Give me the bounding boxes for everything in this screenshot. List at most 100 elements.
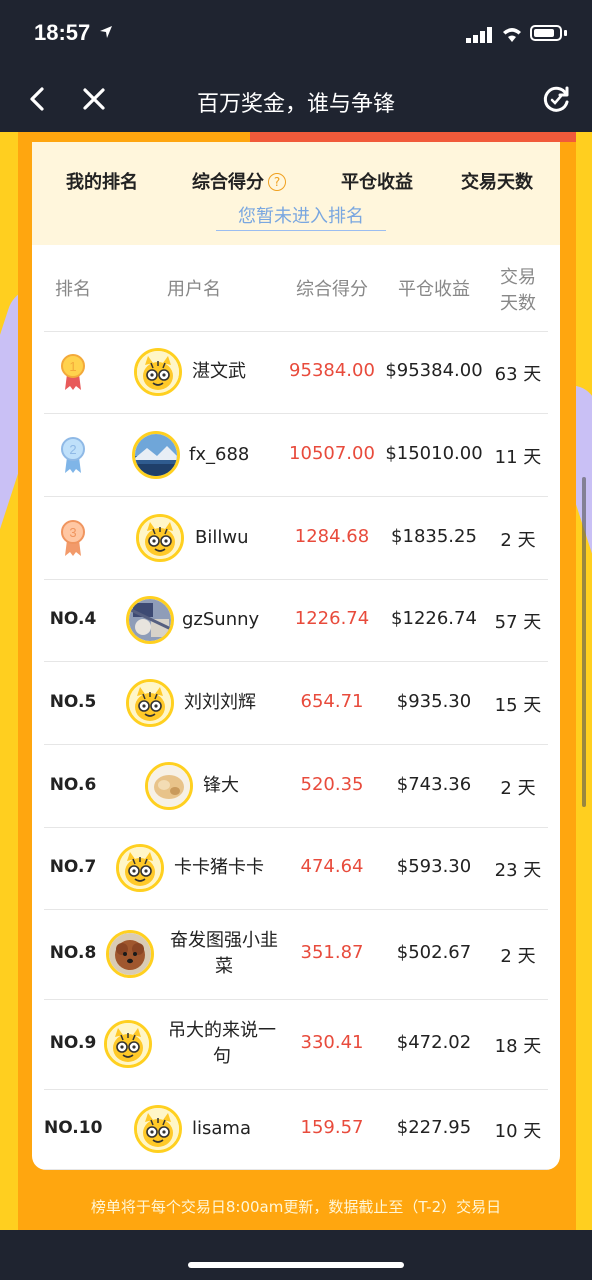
profit-cell: $227.95 [396,1117,472,1138]
username[interactable]: fx_688 [189,442,249,468]
header-days-2: 天数 [500,293,536,314]
header-user: 用户名 [167,279,221,300]
table-row: NO.9 吊大的来说一句 330.41 $472.02 18 天 [44,999,548,1090]
score-cell: 1226.74 [294,608,370,629]
days-cell: 63 天 [494,364,542,385]
not-ranked-note: 您暂未进入排名 [216,202,386,231]
avatar[interactable] [126,596,174,644]
decorative-strip [250,132,576,142]
username-line-1: 奋发图强小韭 [170,930,278,951]
rank-label: NO.9 [49,1033,97,1053]
profit-cell: $15010.00 [385,442,483,464]
avatar[interactable] [136,513,184,562]
leaderboard-page: 我的排名 综合得分? 平仓收益 交易天数 您暂未进入排名 排名 用户名 综合得分… [0,132,592,1230]
rank-label: NO.10 [44,1118,103,1138]
username[interactable]: 湛文武 [192,359,246,385]
days-cell: 57 天 [494,612,542,633]
rank-label: NO.6 [49,774,97,795]
profit-cell: $502.67 [396,942,472,963]
scrollbar[interactable] [582,477,586,807]
table-row: 1 湛文武 95384.00 $95384.00 63 天 [44,331,548,414]
days-cell: 18 天 [494,1036,542,1057]
battery-tip [564,30,567,36]
username[interactable]: 锋大 [203,773,239,799]
username[interactable]: gzSunny [182,607,259,633]
rank-label: NO.5 [49,691,97,712]
my-rank-label: 我的排名 [66,172,138,193]
wifi-icon [503,28,521,42]
rank-1-medal-icon: 1 [59,352,87,392]
table-row: NO.6 锋大 520.35 $743.36 2 天 [44,744,548,828]
status-time: 18:57 [34,20,91,45]
username[interactable]: 刘刘刘辉 [184,690,256,716]
page-title: 百万奖金，谁与争锋 [196,92,395,117]
table-header: 排名 用户名 综合得分 平仓收益 交易 天数 [44,245,548,332]
score-cell: 330.41 [300,1032,364,1053]
days-cell: 2 天 [500,777,536,799]
table-row: 3 Billwu 1284.68 $1835.25 2 天 [44,496,548,580]
score-cell: 1284.68 [294,525,370,547]
username[interactable]: Billwu [195,525,248,551]
rank-3-medal-icon: 3 [59,518,87,558]
score-cell: 654.71 [300,690,364,712]
profit-label: 平仓收益 [341,172,413,193]
my-rank-summary: 我的排名 综合得分? 平仓收益 交易天数 您暂未进入排名 [32,142,560,245]
avatar[interactable] [116,844,164,892]
avatar[interactable] [134,348,182,396]
days-label: 交易天数 [461,172,533,193]
score-label-text: 综合得分 [192,172,264,193]
avatar[interactable] [106,930,154,978]
table-row: NO.10 lisama 159.57 $227.95 10 天 [44,1089,548,1170]
days-cell: 10 天 [494,1121,542,1142]
svg-text:3: 3 [69,525,76,540]
rank-label: NO.4 [49,609,97,629]
username-line-2: 菜 [215,956,233,977]
avatar[interactable] [134,1105,182,1153]
avatar[interactable] [145,761,193,810]
refresh-icon[interactable] [540,84,572,116]
score-cell: 520.35 [300,773,364,795]
rank-label: NO.7 [49,857,97,877]
score-cell: 10507.00 [289,442,375,464]
rank-2-medal-icon: 2 [59,435,87,475]
table-row: NO.8 奋发图强小韭菜 351.87 $502.67 2 天 [44,909,548,1000]
header-profit: 平仓收益 [398,279,470,300]
table-row: NO.4 gzSunny 1226.74 $1226.74 57 天 [44,579,548,662]
username[interactable]: 吊大的来说一句 [162,1018,282,1070]
help-icon[interactable]: ? [268,173,286,191]
profit-cell: $95384.00 [385,360,483,381]
days-cell: 23 天 [494,860,542,881]
table-row: NO.5 刘刘刘辉 654.71 $935.30 15 天 [44,661,548,745]
score-cell: 474.64 [300,856,364,877]
header-score: 综合得分 [296,279,368,300]
profit-cell: $593.30 [396,856,472,877]
profit-cell: $743.36 [396,773,472,795]
bottom-bar [0,1230,592,1280]
avatar[interactable] [132,430,180,479]
header-days-1: 交易 [500,267,536,288]
profit-cell: $1835.25 [391,525,477,547]
location-arrow-icon [100,26,112,38]
username[interactable]: 奋发图强小韭菜 [164,928,284,980]
days-cell: 15 天 [494,694,542,716]
days-cell: 2 天 [500,529,536,551]
home-indicator[interactable] [188,1262,404,1268]
leaderboard-card: 我的排名 综合得分? 平仓收益 交易天数 您暂未进入排名 排名 用户名 综合得分… [32,142,560,1170]
avatar[interactable] [126,678,174,727]
rank-label: NO.8 [49,943,97,963]
username[interactable]: lisama [192,1116,251,1142]
profit-cell: $1226.74 [391,608,477,629]
battery-icon [530,25,562,41]
score-label: 综合得分? [192,168,286,194]
profit-cell: $935.30 [396,690,472,712]
status-bar: 18:57 [0,0,592,70]
days-cell: 11 天 [494,446,542,468]
days-cell: 2 天 [500,946,536,967]
username[interactable]: 卡卡猪卡卡 [174,855,264,881]
table-row: NO.7 卡卡猪卡卡 474.64 $593.30 23 天 [44,827,548,910]
avatar[interactable] [104,1020,152,1068]
table-row: 2 fx_688 10507.00 $15010.00 11 天 [44,413,548,497]
username-line-2: 句 [213,1046,231,1067]
score-cell: 95384.00 [289,360,375,381]
score-cell: 159.57 [300,1117,364,1138]
